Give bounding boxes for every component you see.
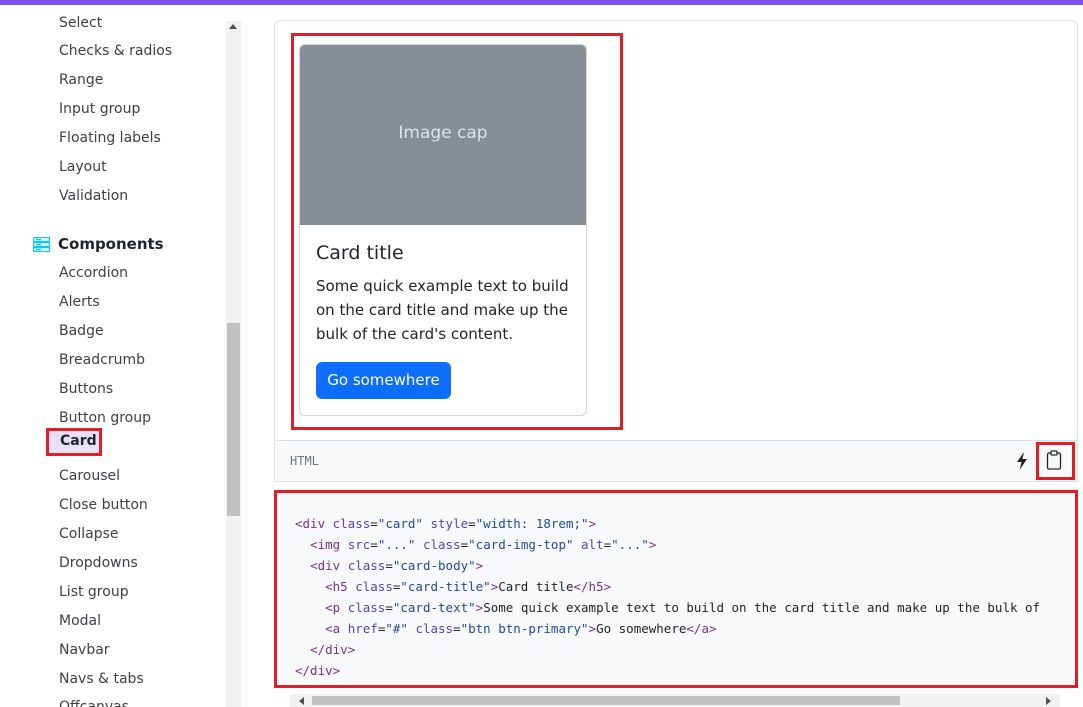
code-line: <div class="card" style="width: 18rem;"> (295, 516, 597, 531)
code-line: <a href="#" class="btn btn-primary">Go s… (325, 621, 717, 636)
sidebar-item-modal[interactable]: Modal (59, 612, 101, 630)
sidebar-item-close-button[interactable]: Close button (59, 496, 148, 514)
sidebar-item-breadcrumb[interactable]: Breadcrumb (59, 351, 145, 369)
code-horizontal-scrollbar-thumb[interactable] (312, 696, 900, 705)
bolt-icon[interactable] (1015, 452, 1029, 470)
sidebar-item-checks-radios[interactable]: Checks & radios (59, 42, 172, 60)
sidebar-nav: Select Checks & radios Range Input group… (0, 5, 226, 707)
code-language-label: HTML (290, 454, 319, 468)
sidebar-item-dropdowns[interactable]: Dropdowns (59, 554, 138, 572)
sidebar-item-layout[interactable]: Layout (59, 158, 107, 176)
sidebar-item-carousel[interactable]: Carousel (59, 467, 120, 485)
sidebar-item-floating-labels[interactable]: Floating labels (59, 129, 161, 147)
scroll-right-arrow-icon[interactable] (1046, 697, 1051, 705)
code-header: HTML (274, 440, 1078, 482)
code-block: <div class="card" style="width: 18rem;">… (295, 513, 1040, 681)
sidebar-item-navs-tabs[interactable]: Navs & tabs (59, 670, 144, 688)
sidebar-scrollbar-thumb[interactable] (227, 323, 240, 516)
sidebar-item-alerts[interactable]: Alerts (59, 293, 100, 311)
code-line: <img src="..." class="card-img-top" alt=… (310, 537, 657, 552)
code-line: <div class="card-body"> (310, 558, 484, 573)
sidebar-item-button-group[interactable]: Button group (59, 409, 151, 427)
scroll-up-arrow-icon[interactable] (229, 24, 237, 29)
highlight-box-copy-button (1036, 442, 1075, 480)
code-line: <h5 class="card-title">Card title</h5> (325, 579, 612, 594)
scroll-left-arrow-icon[interactable] (299, 697, 304, 705)
components-icon (33, 236, 50, 252)
sidebar-section-title: Components (58, 235, 164, 253)
highlight-box-card (291, 33, 623, 430)
sidebar-item-accordion[interactable]: Accordion (59, 264, 128, 282)
sidebar-item-navbar[interactable]: Navbar (59, 641, 110, 659)
code-snippet: <div class="card" style="width: 18rem;">… (274, 490, 1078, 688)
sidebar-item-buttons[interactable]: Buttons (59, 380, 113, 398)
sidebar-item-badge[interactable]: Badge (59, 322, 104, 340)
sidebar-item-range[interactable]: Range (59, 71, 103, 89)
sidebar-item-card-active[interactable]: Card (46, 428, 102, 456)
sidebar-item-offcanvas[interactable]: Offcanvas (59, 698, 129, 707)
sidebar-item-select[interactable]: Select (59, 14, 102, 32)
sidebar-item-card-label: Card (60, 433, 97, 449)
code-line: <p class="card-text">Some quick example … (325, 600, 1041, 615)
code-line: </div> (295, 663, 341, 678)
sidebar-section-components: Components (33, 235, 164, 253)
sidebar-item-list-group[interactable]: List group (59, 583, 129, 601)
sidebar-item-collapse[interactable]: Collapse (59, 525, 119, 543)
sidebar-item-input-group[interactable]: Input group (59, 100, 140, 118)
sidebar-item-validation[interactable]: Validation (59, 187, 128, 205)
code-line: </div> (310, 642, 356, 657)
